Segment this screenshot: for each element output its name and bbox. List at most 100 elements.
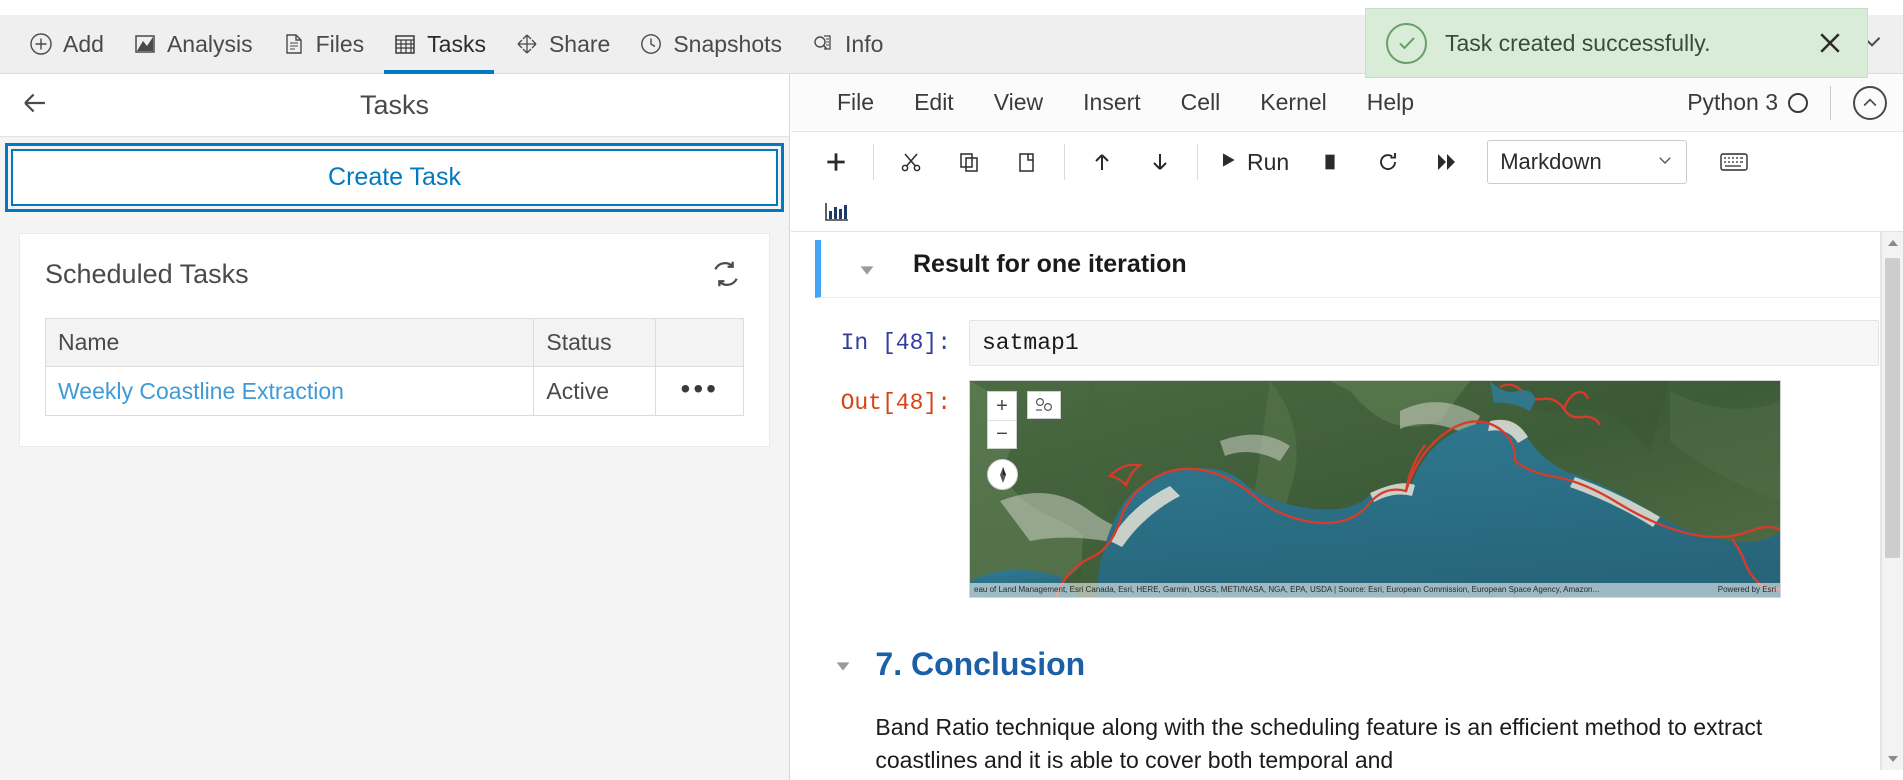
conclusion-heading: 7. Conclusion bbox=[875, 646, 1086, 682]
input-prompt: In [48]: bbox=[840, 330, 951, 356]
command-palette-button[interactable] bbox=[1705, 140, 1763, 184]
run-cell-button[interactable]: Run bbox=[1206, 140, 1301, 184]
notebook-body: Result for one iteration In [48]: satmap… bbox=[791, 232, 1903, 770]
conclusion-cell: 7. Conclusion Band Ratio technique along… bbox=[791, 646, 1903, 770]
app-tab-add[interactable]: Add bbox=[14, 15, 118, 74]
stop-kernel-button[interactable] bbox=[1301, 140, 1359, 184]
menu-view[interactable]: View bbox=[974, 89, 1063, 116]
map-tool-icon[interactable] bbox=[1027, 391, 1061, 419]
table-header-row: Name Status bbox=[44, 318, 744, 367]
paste-cell-button[interactable] bbox=[998, 140, 1056, 184]
file-icon bbox=[281, 31, 307, 57]
circle-chevron-up-icon[interactable] bbox=[1853, 85, 1887, 120]
conclusion-text: Band Ratio technique along with the sche… bbox=[875, 714, 1763, 770]
app-tab-label: Snapshots bbox=[673, 30, 783, 57]
scroll-up-arrow-icon[interactable] bbox=[1882, 232, 1903, 254]
kernel-idle-icon bbox=[1788, 92, 1808, 113]
notebook-pane: File Edit View Insert Cell Kernel Help P… bbox=[791, 74, 1903, 780]
map-canvas bbox=[970, 381, 1780, 597]
task-status: Active bbox=[533, 366, 657, 416]
column-header-actions bbox=[655, 318, 744, 367]
close-icon[interactable] bbox=[1813, 26, 1847, 60]
map-zoom-controls[interactable]: + − bbox=[987, 391, 1017, 449]
cell-type-select[interactable]: Markdown bbox=[1487, 140, 1688, 184]
code-cell-input: In [48]: satmap1 bbox=[791, 320, 1903, 366]
markdown-cell-heading[interactable]: Result for one iteration bbox=[815, 240, 1879, 298]
refresh-icon[interactable] bbox=[708, 256, 744, 292]
app-tab-analysis[interactable]: Analysis bbox=[118, 15, 267, 74]
scheduled-tasks-card: Scheduled Tasks Name Status Weekly Coast… bbox=[19, 233, 770, 447]
map-attribution-text: eau of Land Management, Esri Canada, Esr… bbox=[974, 585, 1600, 594]
app-tab-files[interactable]: Files bbox=[267, 15, 379, 74]
app-tab-snapshots[interactable]: Snapshots bbox=[624, 15, 796, 74]
caret-down-icon[interactable] bbox=[821, 250, 913, 281]
restart-kernel-button[interactable] bbox=[1359, 140, 1417, 184]
code-cell-output: Out[48]: + − eau of Land Management, Esr… bbox=[791, 380, 1903, 598]
notebook-menubar: File Edit View Insert Cell Kernel Help P… bbox=[791, 74, 1903, 132]
cut-cell-button[interactable] bbox=[882, 140, 940, 184]
clock-icon bbox=[638, 31, 664, 57]
run-label: Run bbox=[1247, 148, 1290, 175]
add-cell-button[interactable] bbox=[807, 140, 865, 184]
toast-message: Task created successfully. bbox=[1445, 29, 1711, 56]
code-editor[interactable]: satmap1 bbox=[969, 320, 1879, 366]
back-button[interactable] bbox=[0, 86, 70, 125]
column-header-status[interactable]: Status bbox=[533, 318, 657, 367]
app-tab-label: Analysis bbox=[166, 30, 253, 57]
app-tab-info[interactable]: Info bbox=[796, 15, 897, 74]
chevron-down-icon bbox=[1656, 149, 1674, 175]
scheduled-tasks-title: Scheduled Tasks bbox=[45, 258, 249, 289]
map-powered-by: Powered by Esri bbox=[1717, 585, 1776, 594]
app-tab-label: Tasks bbox=[427, 30, 486, 57]
divider bbox=[1197, 144, 1198, 180]
app-tab-label: Share bbox=[548, 30, 611, 57]
calendar-grid-icon bbox=[392, 31, 418, 57]
table-row: Weekly Coastline Extraction Active ••• bbox=[44, 366, 744, 416]
move-cell-down-button[interactable] bbox=[1131, 140, 1189, 184]
cell-type-value: Markdown bbox=[1500, 149, 1602, 174]
move-cell-up-button[interactable] bbox=[1073, 140, 1131, 184]
map-widget[interactable]: + − eau of Land Management, Esri Canada,… bbox=[969, 380, 1781, 598]
restart-and-run-all-button[interactable] bbox=[1417, 140, 1475, 184]
notebook-toolbar: Run Markdown bbox=[791, 132, 1903, 192]
notebook-scrollbar[interactable] bbox=[1881, 232, 1903, 770]
kernel-name: Python 3 bbox=[1687, 89, 1778, 115]
scheduled-tasks-header: Scheduled Tasks bbox=[45, 256, 744, 292]
divider bbox=[1830, 85, 1831, 120]
create-task-wrapper: Create Task bbox=[0, 137, 789, 212]
toast-notification: Task created successfully. bbox=[1365, 8, 1868, 78]
app-tab-tasks[interactable]: Tasks bbox=[378, 15, 500, 74]
map-zoom-out-button[interactable]: − bbox=[988, 420, 1016, 448]
arrow-left-icon bbox=[18, 86, 52, 125]
menu-insert[interactable]: Insert bbox=[1063, 89, 1161, 116]
column-header-name[interactable]: Name bbox=[44, 318, 535, 367]
app-tab-share[interactable]: Share bbox=[500, 15, 624, 74]
task-row-menu-button[interactable]: ••• bbox=[655, 366, 744, 416]
map-zoom-in-button[interactable]: + bbox=[988, 392, 1016, 420]
task-name-link[interactable]: Weekly Coastline Extraction bbox=[44, 366, 535, 416]
share-icon bbox=[514, 31, 540, 57]
application-root: Add Analysis Files Tasks Share Snapshots… bbox=[0, 0, 1903, 780]
menu-file[interactable]: File bbox=[817, 89, 894, 116]
menu-cell[interactable]: Cell bbox=[1161, 89, 1241, 116]
kernel-indicator: Python 3 bbox=[1687, 85, 1903, 120]
menu-kernel[interactable]: Kernel bbox=[1240, 89, 1346, 116]
compass-icon[interactable] bbox=[987, 459, 1018, 490]
app-tab-label: Add bbox=[63, 30, 104, 57]
scrollbar-thumb[interactable] bbox=[1885, 258, 1900, 558]
create-task-button[interactable]: Create Task bbox=[5, 143, 784, 212]
output-prompt: Out[48]: bbox=[840, 390, 951, 416]
scroll-down-arrow-icon[interactable] bbox=[1882, 748, 1903, 770]
conclusion-body: 7. Conclusion Band Ratio technique along… bbox=[875, 646, 1903, 770]
notebook-toolbar-secondary bbox=[791, 192, 1903, 232]
bar-chart-icon[interactable] bbox=[815, 197, 859, 227]
analysis-icon bbox=[132, 31, 158, 57]
caret-down-icon[interactable] bbox=[811, 646, 875, 677]
tasks-panel-header: Tasks bbox=[0, 74, 789, 137]
app-tab-label: Files bbox=[315, 30, 365, 57]
check-circle-icon bbox=[1386, 22, 1427, 64]
menu-edit[interactable]: Edit bbox=[894, 89, 974, 116]
info-document-icon bbox=[810, 31, 836, 57]
menu-help[interactable]: Help bbox=[1347, 89, 1434, 116]
copy-cell-button[interactable] bbox=[940, 140, 998, 184]
